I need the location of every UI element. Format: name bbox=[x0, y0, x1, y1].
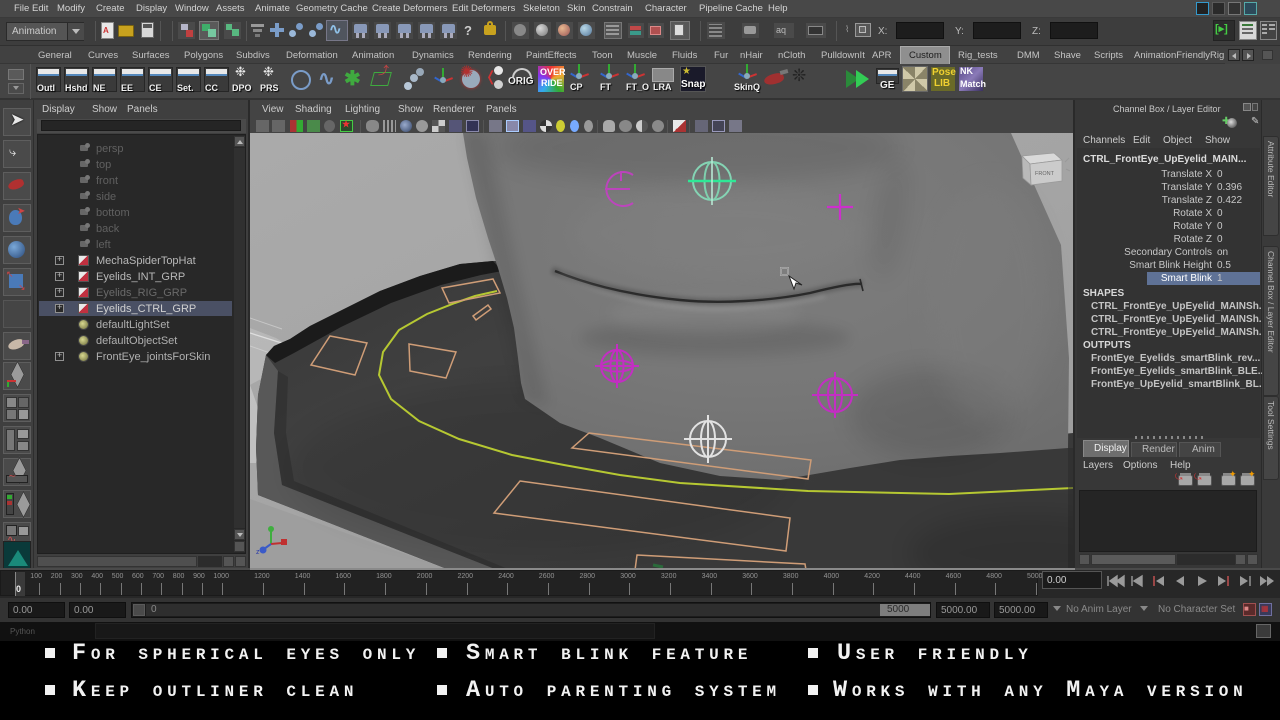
svg-text:FRONT: FRONT bbox=[1035, 171, 1055, 177]
svg-text:z: z bbox=[256, 549, 260, 556]
